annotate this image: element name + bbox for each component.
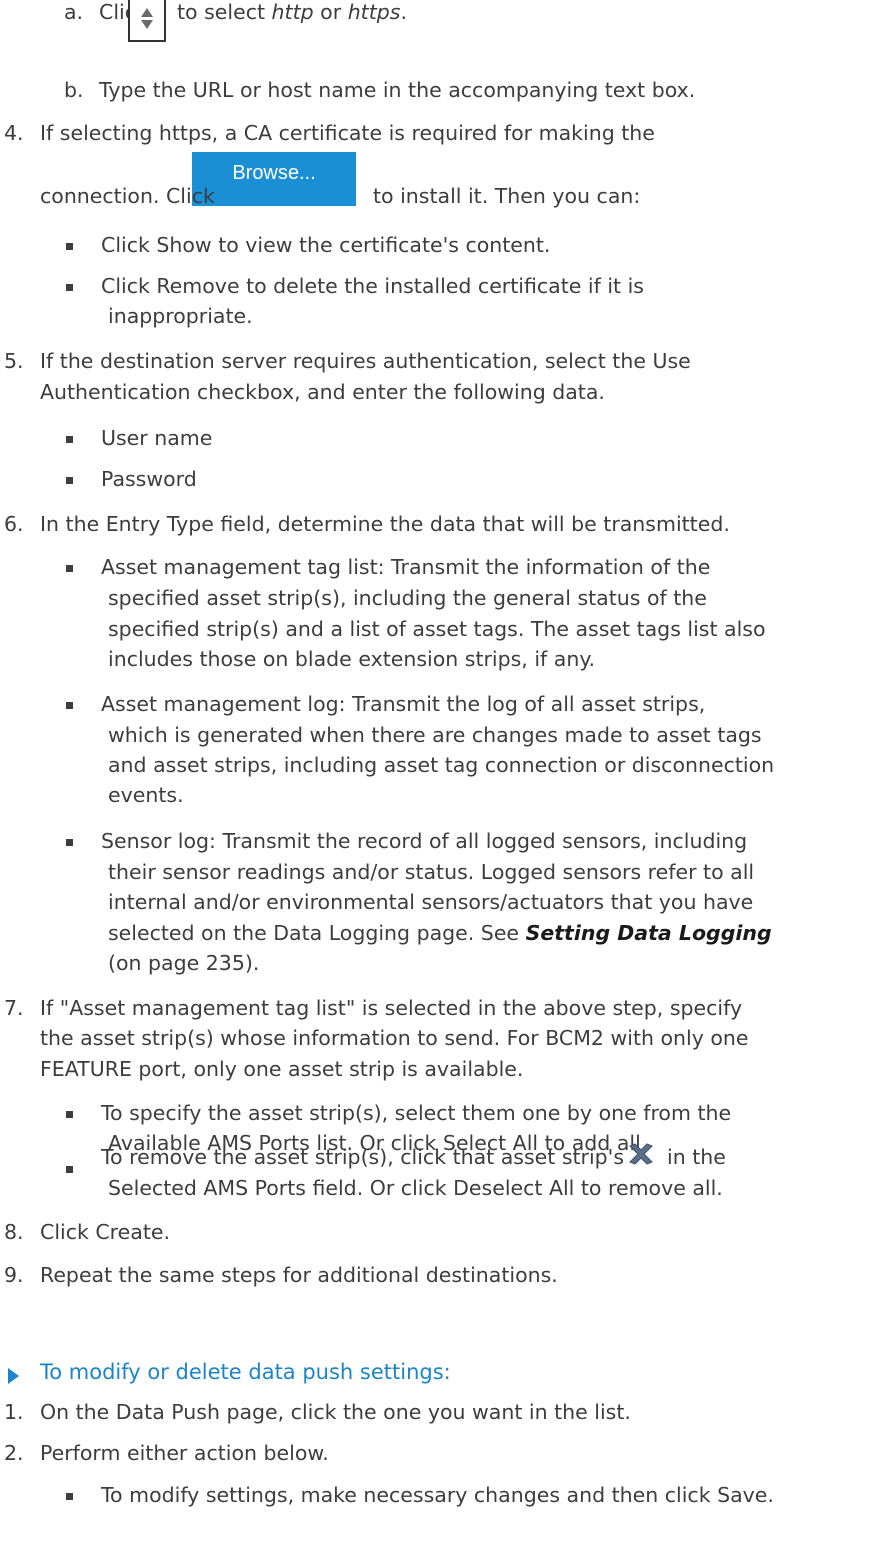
step-6-bullet-3-line-5: (on page 235). [108,951,260,975]
bullet-icon [66,702,73,709]
step-8-number: 8. [4,1220,24,1244]
section-2-step-2-number: 2. [4,1441,24,1465]
step-5-bullet-1: User name [101,426,213,450]
bullet-icon [66,1493,73,1500]
step-6-bullet-2-line-3: and asset strips, including asset tag co… [108,753,775,777]
step-5-bullet-2: Password [101,467,197,491]
step-6-bullet-3-line-4: selected on the Data Logging page. See S… [108,921,772,945]
section-2-step-1-text: On the Data Push page, click the one you… [40,1400,631,1424]
bullet-icon [66,243,73,250]
setting-data-logging-link[interactable]: Setting Data Logging [526,921,772,945]
step-7-line-3: FEATURE port, only one asset strip is av… [40,1057,524,1081]
step-4-number: 4. [4,121,24,145]
step-6-bullet-1-line-2: specified asset strip(s), including the … [108,586,707,610]
section-2-step-2-text: Perform either action below. [40,1441,329,1465]
step-5-line-2: Authentication checkbox, and enter the f… [40,380,605,404]
substep-a-text: to select http or https. [177,0,407,24]
step-9-number: 9. [4,1263,24,1287]
step-6-number: 6. [4,512,24,536]
section-heading: To modify or delete data push settings: [40,1360,451,1384]
bullet-icon [66,839,73,846]
spinner-up-icon [141,8,153,17]
step-7-bullet-2-pre: To remove the asset strip(s), click that… [101,1145,625,1169]
step-4-line-1: If selecting https, a CA certificate is … [40,121,655,145]
step-7-bullet-2-post: in the [667,1145,726,1169]
spinner-icon [128,0,166,42]
spinner-down-icon [141,20,153,29]
step-6-bullet-3-line-1: Sensor log: Transmit the record of all l… [101,829,748,853]
step-6-bullet-2-line-1: Asset management log: Transmit the log o… [101,692,706,716]
step-5-number: 5. [4,349,24,373]
step-9-text: Repeat the same steps for additional des… [40,1263,558,1287]
step-4-bullet-2-line-2: inappropriate. [108,304,253,328]
step-6-bullet-2-line-2: which is generated when there are change… [108,723,762,747]
step-7-bullet-2-line-2: Selected AMS Ports field. Or click Desel… [108,1176,723,1200]
step-8-text: Click Create. [40,1220,170,1244]
step-7-bullet-1-line-1: To specify the asset strip(s), select th… [101,1101,732,1125]
bullet-icon [66,1166,73,1173]
substep-a-number: a. [64,0,84,24]
substep-b-number: b. [64,78,84,102]
browse-button: Browse... [192,152,356,206]
step-4-line-2-pre: connection. Click [40,184,215,208]
step-5-line-1: If the destination server requires authe… [40,349,691,373]
step-6-line: In the Entry Type field, determine the d… [40,512,730,536]
step-4-bullet-1: Click Show to view the certificate's con… [101,233,551,257]
step-4-bullet-2-line-1: Click Remove to delete the installed cer… [101,274,644,298]
delete-x-icon [629,1143,653,1165]
step-6-bullet-1-line-1: Asset management tag list: Transmit the … [101,555,711,579]
bullet-icon [66,436,73,443]
substep-b-text: Type the URL or host name in the accompa… [99,78,696,102]
bullet-icon [66,1111,73,1118]
section-2-bullet-1: To modify settings, make necessary chang… [101,1483,774,1507]
section-marker-icon [8,1368,19,1384]
bullet-icon [66,565,73,572]
section-2-step-1-number: 1. [4,1400,24,1424]
step-4-line-2-post: to install it. Then you can: [373,184,641,208]
step-6-bullet-1-line-3: specified strip(s) and a list of asset t… [108,617,766,641]
bullet-icon [66,284,73,291]
bullet-icon [66,477,73,484]
step-6-bullet-1-line-4: includes those on blade extension strips… [108,647,596,671]
step-7-line-1: If "Asset management tag list" is select… [40,996,743,1020]
step-7-number: 7. [4,996,24,1020]
step-6-bullet-2-line-4: events. [108,783,184,807]
step-6-bullet-3-line-3: internal and/or environmental sensors/ac… [108,890,754,914]
step-6-bullet-3-line-2: their sensor readings and/or status. Log… [108,860,755,884]
step-7-line-2: the asset strip(s) whose information to … [40,1026,749,1050]
